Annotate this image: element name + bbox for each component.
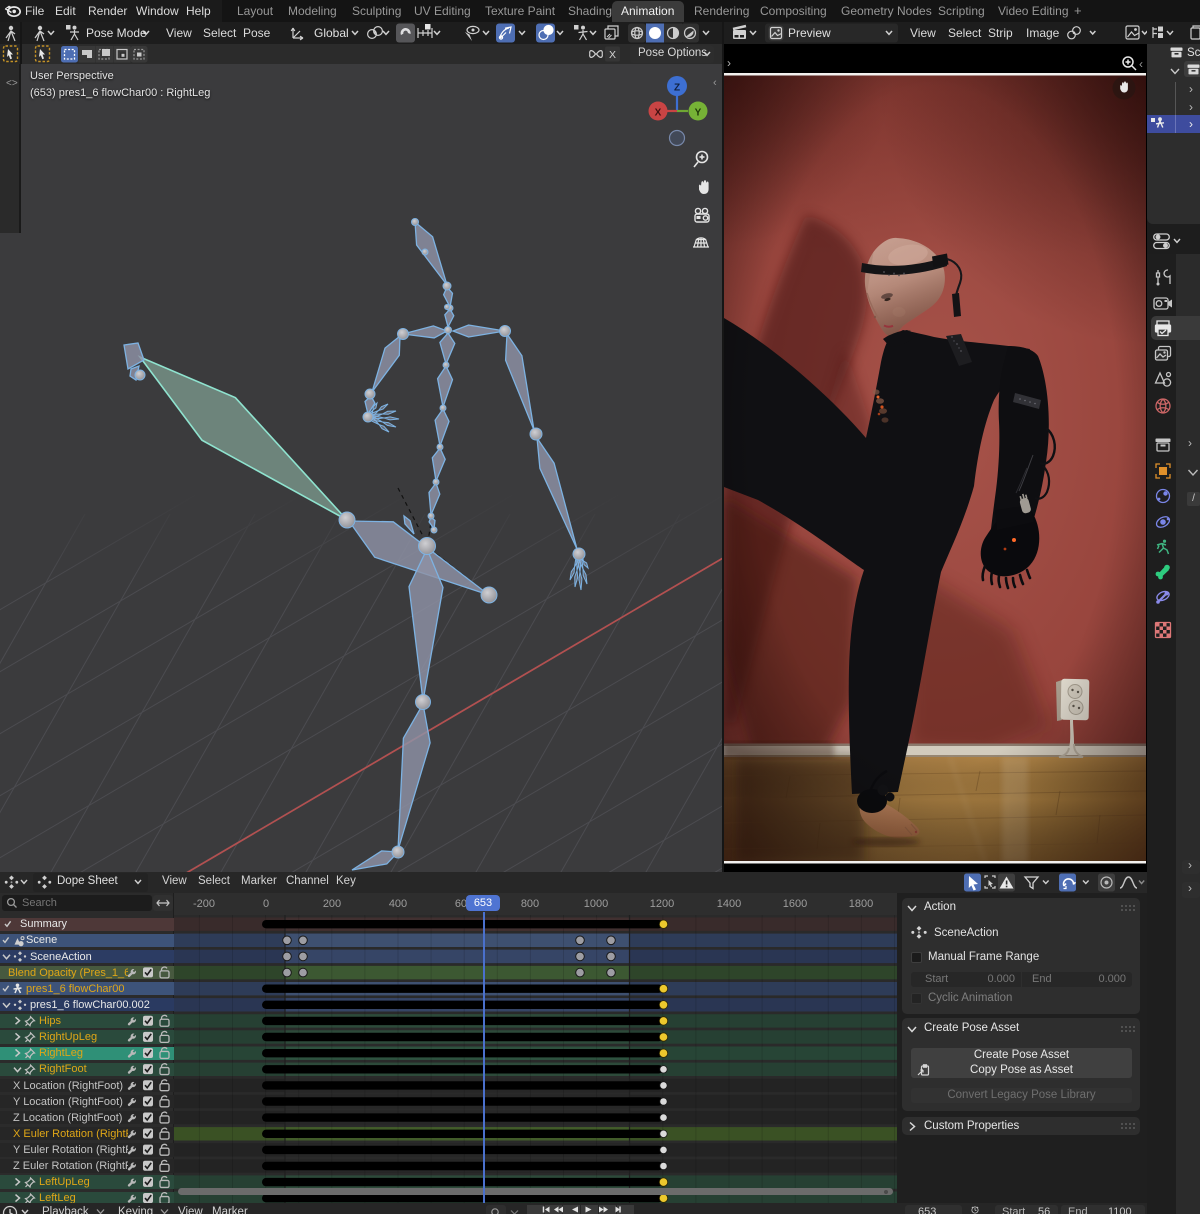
svg-text:X: X: [609, 49, 616, 61]
svg-text:›: ›: [727, 56, 731, 70]
svg-text:Y: Y: [695, 108, 702, 119]
svg-text:X: X: [655, 108, 662, 119]
svg-text:‹: ‹: [1139, 57, 1143, 71]
svg-text:Z: Z: [674, 83, 680, 94]
